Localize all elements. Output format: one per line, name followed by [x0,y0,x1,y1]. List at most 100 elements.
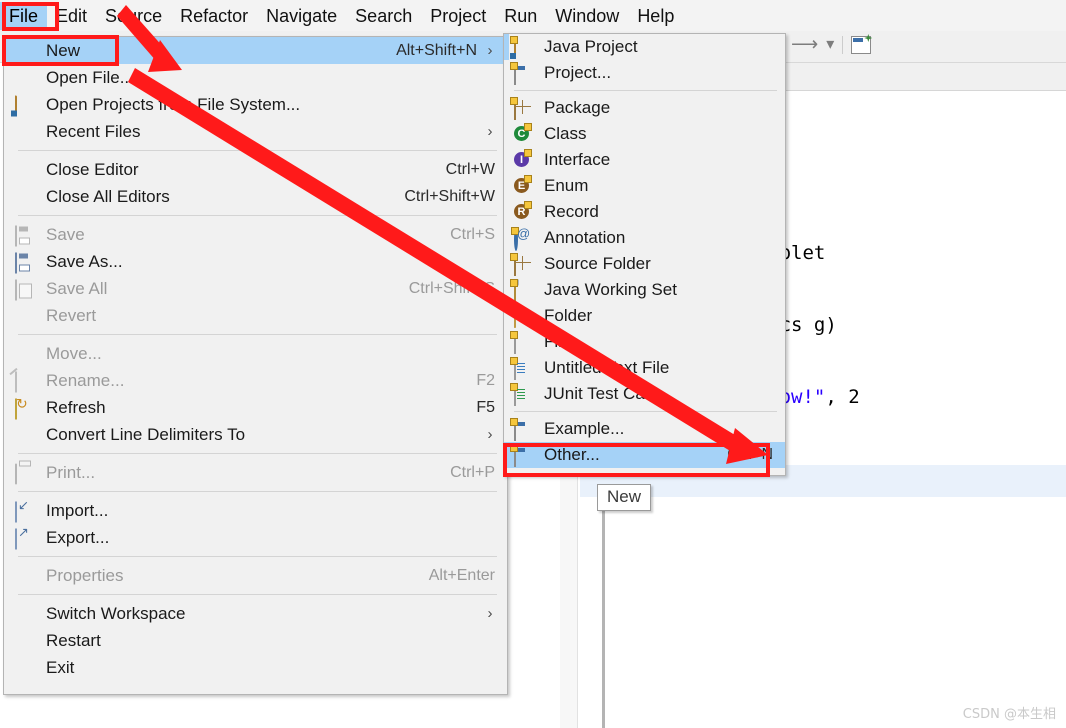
menu-refactor[interactable]: Refactor [171,2,257,30]
menu-edit-label: Edit [56,5,88,26]
class-icon: C [514,123,532,142]
menu-navigate[interactable]: Navigate [257,2,346,30]
import-icon [15,501,33,522]
menu-item-recent-files-label: Recent Files [46,121,141,141]
new-tooltip: New [597,484,652,511]
submenu-separator [514,90,777,91]
menu-item-close-all-editors-label: Close All Editors [46,186,170,206]
menu-item-close-editor[interactable]: Close Editor Ctrl+W [4,156,507,183]
example-icon [510,418,531,441]
new-tooltip-label: New [607,487,642,506]
other-icon [510,444,531,467]
menu-item-move-label: Move... [46,343,102,363]
menu-edit[interactable]: Edit [47,2,96,30]
menu-item-open-projects-label: Open Projects from File System... [46,94,301,114]
dropdown-arrow-icon[interactable]: ▾ [826,37,834,53]
submenu-item-untitled-text-file[interactable]: Untitled Text File [504,355,785,381]
menu-item-save-label: Save [46,224,85,244]
submenu-item-package[interactable]: Package [504,95,785,121]
chevron-right-icon: › [487,123,493,140]
menu-item-restart[interactable]: Restart [4,627,507,654]
menu-item-new-label: New [46,40,81,60]
menu-source[interactable]: Source [96,2,171,30]
submenu-item-java-project[interactable]: Java Project [504,34,785,60]
record-icon: R [514,201,532,220]
menu-separator [18,453,497,454]
menu-item-export[interactable]: Export... [4,524,507,551]
submenu-item-interface-label: Interface [544,150,611,169]
menu-item-open-file-label: Open File... [46,67,134,87]
menu-item-refresh-accel: F5 [476,398,495,416]
submenu-item-java-working-set-label: Java Working Set [544,280,677,299]
menu-item-properties-accel: Alt+Enter [428,566,495,584]
menu-refactor-label: Refactor [180,5,249,26]
export-icon [15,528,33,549]
submenu-item-class[interactable]: C Class [504,121,785,147]
menu-file[interactable]: File [0,1,48,30]
menu-item-revert: Revert [4,302,507,329]
print-icon [15,463,33,484]
menu-item-refresh[interactable]: Refresh F5 [4,394,507,421]
submenu-item-source-folder-label: Source Folder [544,254,651,273]
menu-help-label: Help [637,5,675,26]
menu-item-export-label: Export... [46,527,110,547]
menu-item-convert-line-delimiters-to[interactable]: Convert Line Delimiters To › [4,421,507,448]
submenu-item-untitled-text-file-label: Untitled Text File [544,358,670,377]
submenu-item-folder-label: Folder [544,306,593,325]
menu-item-recent-files[interactable]: Recent Files › [4,118,507,145]
menu-item-exit[interactable]: Exit [4,654,507,681]
submenu-item-enum[interactable]: E Enum [504,173,785,199]
submenu-item-folder[interactable]: Folder [504,303,785,329]
menu-item-switch-workspace[interactable]: Switch Workspace › [4,600,507,627]
menu-search[interactable]: Search [346,2,421,30]
menu-project[interactable]: Project [421,2,495,30]
new-wizard-icon[interactable] [851,36,872,54]
menu-item-save-accel: Ctrl+S [450,225,495,243]
submenu-item-interface[interactable]: I Interface [504,147,785,173]
save-as-icon [15,252,33,273]
menu-help[interactable]: Help [628,2,683,30]
submenu-item-java-project-label: Java Project [544,37,638,56]
submenu-item-example[interactable]: Example... [504,416,785,442]
junit-icon [510,383,531,406]
menu-item-properties-label: Properties [46,565,124,585]
refresh-icon [15,398,33,419]
menu-item-move: Move... [4,340,507,367]
menu-separator [18,491,497,492]
menu-item-import[interactable]: Import... [4,497,507,524]
menu-item-refresh-label: Refresh [46,397,106,417]
menu-item-new[interactable]: New Alt+Shift+N › [4,37,507,64]
submenu-item-file[interactable]: File [504,329,785,355]
folder-icon [510,305,531,328]
menu-item-open-file[interactable]: Open File... [4,64,507,91]
menu-window[interactable]: Window [546,2,628,30]
menu-item-save-as[interactable]: Save As... [4,248,507,275]
submenu-item-project[interactable]: Project... [504,60,785,86]
menu-search-label: Search [355,5,413,26]
submenu-item-project-label: Project... [544,63,612,82]
submenu-item-annotation[interactable]: Annotation [504,225,785,251]
file-icon [510,331,531,354]
submenu-item-record[interactable]: R Record [504,199,785,225]
menu-run-label: Run [504,5,538,26]
annotation-icon [511,227,531,251]
menu-navigate-label: Navigate [266,5,338,26]
menu-item-rename: Rename... F2 [4,367,507,394]
chevron-right-icon: › [487,42,493,59]
menu-project-label: Project [430,5,487,26]
submenu-item-junit-test-case[interactable]: JUnit Test Case [504,381,785,407]
submenu-item-java-working-set[interactable]: Java Working Set [504,277,785,303]
menu-run[interactable]: Run [495,2,546,30]
menu-item-new-accel: Alt+Shift+N [396,41,477,59]
forward-arrow-icon[interactable]: ⟶ [791,35,818,54]
submenu-item-other[interactable]: Other... Ctrl+N [504,442,785,468]
source-folder-icon [510,253,531,276]
enum-icon: E [514,175,532,194]
menu-item-close-all-editors[interactable]: Close All Editors Ctrl+Shift+W [4,183,507,210]
package-icon [510,97,531,120]
menu-item-exit-label: Exit [46,657,75,677]
toolbar-separator [842,36,844,54]
submenu-item-annotation-label: Annotation [544,228,626,247]
submenu-item-source-folder[interactable]: Source Folder [504,251,785,277]
menu-item-open-projects-from-file-system[interactable]: Open Projects from File System... [4,91,507,118]
